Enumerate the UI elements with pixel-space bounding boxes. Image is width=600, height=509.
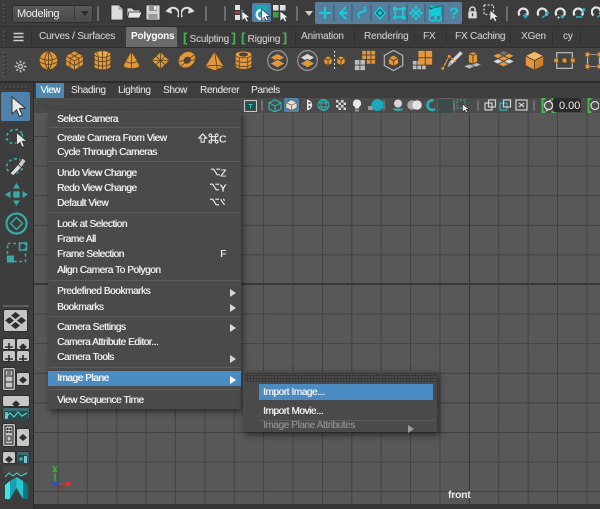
svg-text:?: ? xyxy=(449,6,459,23)
